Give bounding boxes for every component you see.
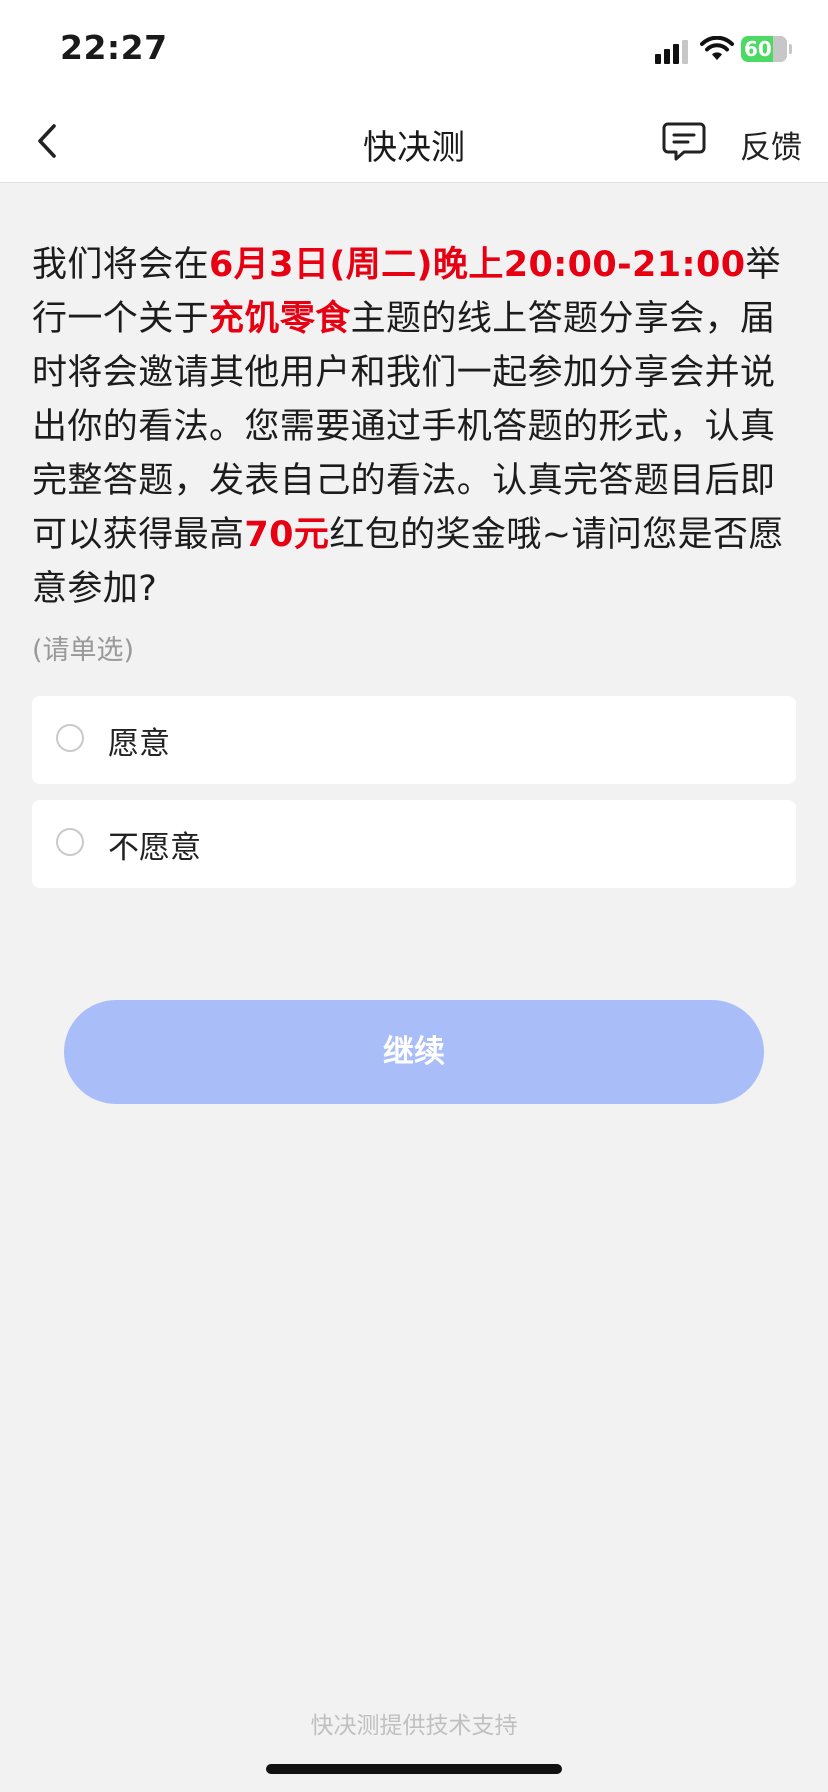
question-highlight-reward: 70元 <box>244 515 330 555</box>
option-label: 不愿意 <box>108 830 201 866</box>
single-choice-hint: (请单选) <box>32 635 135 666</box>
footer-credit: 快决测提供技术支持 <box>310 1713 518 1739</box>
battery-tip <box>789 44 792 54</box>
home-indicator <box>266 1764 562 1774</box>
wifi-icon <box>700 36 734 60</box>
continue-button[interactable]: 继续 <box>64 1000 764 1104</box>
battery-icon: 60 <box>741 36 787 62</box>
cellular-signal-icon <box>655 40 689 64</box>
question-text: 我们将会在6月3日(周二)晚上20:00-21:00举行一个关于充饥零食主题的线… <box>32 238 800 616</box>
option-willing[interactable]: 愿意 <box>32 696 796 784</box>
question-highlight-date: 6月3日(周二)晚上20:00-21:00 <box>209 245 746 285</box>
status-time: 22:27 <box>60 28 168 67</box>
battery-percent: 60 <box>744 37 772 61</box>
question-highlight-topic: 充饥零食 <box>209 299 351 339</box>
option-unwilling[interactable]: 不愿意 <box>32 800 796 888</box>
nav-bar: 快决测 反馈 <box>0 100 828 183</box>
question-segment: 我们将会在 <box>32 245 210 285</box>
message-icon[interactable] <box>662 120 706 162</box>
option-label: 愿意 <box>108 726 170 762</box>
feedback-button[interactable]: 反馈 <box>740 122 802 167</box>
radio-button[interactable] <box>56 828 84 856</box>
status-bar: 22:27 60 <box>0 0 828 100</box>
radio-button[interactable] <box>56 724 84 752</box>
